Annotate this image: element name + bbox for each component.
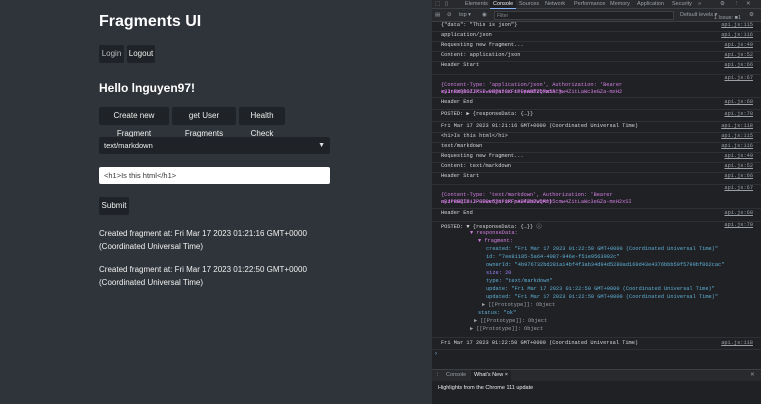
sidebar-toggle-icon[interactable]: ▤ (435, 9, 440, 22)
greeting-heading: Hello lnguyen97! (99, 81, 196, 95)
log-row[interactable]: POSTED: ▼ {responseData: {…}} ⓘ api.js:70 (432, 222, 761, 230)
log-row: Fri Mar 17 2023 01:21:16 GMT+0000 (Coord… (432, 123, 761, 133)
devtools-tabbar: ⬚ ▯ Elements Console Sources Network Per… (432, 0, 761, 9)
kebab-menu-icon[interactable]: ⋮ (734, 0, 740, 8)
log-levels-select[interactable]: Default levels ▾ (680, 9, 717, 22)
log-row: api.js:67 {Content-Type: 'text/markdown'… (432, 185, 761, 209)
health-check-button[interactable]: Health Check (239, 107, 285, 138)
tree-node: created: "Fri Mar 17 2023 01:22:50 GMT+0… (486, 246, 719, 252)
tab-security[interactable]: Security (672, 0, 692, 8)
log-row: <h1>Is this html</h1> api.js:115 (432, 133, 761, 143)
tab-memory[interactable]: Memory (610, 0, 630, 8)
close-icon[interactable]: ✕ (746, 0, 751, 8)
log-row: Requesting new fragment... api.js:49 (432, 153, 761, 163)
tab-console[interactable]: Console (490, 0, 517, 9)
clear-console-icon[interactable]: ⊘ (447, 9, 452, 22)
tab-elements[interactable]: Elements (465, 0, 488, 8)
tab-performance[interactable]: Performance (574, 0, 606, 8)
fragments-app: Fragments UI Login Logout Hello lnguyen9… (0, 0, 432, 404)
tab-application[interactable]: Application (637, 0, 664, 8)
tree-node[interactable]: ▶ [[Prototype]]: Object (432, 302, 761, 310)
tree-node: type: "text/markdown" (486, 278, 553, 284)
tree-node: status: "ok" (478, 310, 517, 316)
whats-new-heading: Highlights from the Chrome 111 update (438, 385, 534, 391)
log-row: api.js:67 {Content-Type: 'application/js… (432, 75, 761, 98)
console-settings-icon[interactable]: ⚙ (749, 9, 754, 22)
create-fragment-button[interactable]: Create new Fragment (99, 107, 169, 138)
gear-icon[interactable]: ⚙ (720, 0, 725, 8)
console-prompt[interactable]: › (435, 351, 437, 357)
console-toolbar: ▤ ⊘ top ▾ ◉ Filter Default levels ▾ 1 Is… (432, 9, 761, 22)
drawer-menu-icon[interactable]: ⋮ (435, 370, 441, 381)
log-row: Content: text/markdown api.js:52 (432, 163, 761, 173)
login-button[interactable]: Login (99, 45, 124, 63)
inspect-icon[interactable]: ⬚ (435, 0, 440, 8)
tree-node: id: "7ee81185-5a64-4087-946e-f51e9563992… (486, 254, 620, 260)
eye-icon[interactable]: ◉ (482, 9, 487, 22)
logout-button[interactable]: Logout (127, 45, 155, 63)
log-row: application/json api.js:116 (432, 32, 761, 42)
tab-sources[interactable]: Sources (519, 0, 539, 8)
more-tabs-icon[interactable]: » (698, 0, 701, 8)
log-row: Content: application/json api.js:52 (432, 52, 761, 62)
content-input[interactable]: <h1>Is this html</h1> (99, 167, 330, 184)
filter-input[interactable]: Filter (494, 11, 674, 20)
tree-node[interactable]: ▼ responseData: (432, 230, 761, 238)
page-title: Fragments UI (99, 13, 202, 30)
context-select[interactable]: top ▾ (459, 9, 471, 22)
log-row: text/markdown api.js:116 (432, 143, 761, 153)
tree-node[interactable]: ▼ fragment: (432, 238, 761, 246)
drawer-tab-console[interactable]: Console (446, 370, 466, 381)
chevron-down-icon: ▼ (318, 142, 325, 149)
log-row: Header End api.js:68 (432, 210, 761, 222)
drawer-tab-whats-new[interactable]: What's New × (471, 370, 511, 381)
log-row: Header End api.js:68 (432, 99, 761, 110)
tree-node[interactable]: ▶ [[Prototype]]: Object (432, 318, 761, 326)
log-row[interactable]: POSTED: ▶ {responseData: {…}} api.js:70 (432, 111, 761, 122)
tree-node[interactable]: ▶ [[Prototype]]: Object (432, 326, 761, 338)
log-row: Header Start api.js:66 (432, 173, 761, 185)
type-select[interactable]: text/markdown ▼ (99, 137, 330, 154)
tree-node: size: 20 (486, 270, 512, 276)
drawer-tabbar: ⋮ Console What's New × ✕ (432, 369, 761, 381)
status-message: Created fragment at: Fri Mar 17 2023 01:… (99, 265, 307, 287)
tree-node: update: "Fri Mar 17 2023 01:22:50 GMT+00… (486, 286, 715, 292)
tree-node: ownerId: "4b976732bd281a14bf4f3ab34d94d5… (486, 262, 725, 268)
get-user-fragments-button[interactable]: get User Fragments (172, 107, 236, 138)
devtools-panel: ⬚ ▯ Elements Console Sources Network Per… (432, 0, 761, 404)
log-row: Requesting new fragment... api.js:49 (432, 42, 761, 52)
status-message: Created fragment at: Fri Mar 17 2023 01:… (99, 229, 307, 251)
type-select-value: text/markdown (104, 141, 153, 150)
log-row: {"data": "This is json"} api.js:115 (432, 22, 761, 32)
log-row: Header Start api.js:66 (432, 62, 761, 75)
tab-network[interactable]: Network (545, 0, 565, 8)
submit-button[interactable]: Submit (99, 197, 129, 215)
device-toggle-icon[interactable]: ▯ (445, 0, 448, 8)
tree-node: updated: "Fri Mar 17 2023 01:22:50 GMT+0… (486, 294, 719, 300)
log-row: Fri Mar 17 2023 01:22:50 GMT+0000 (Coord… (432, 340, 761, 350)
close-drawer-icon[interactable]: ✕ (750, 370, 755, 381)
